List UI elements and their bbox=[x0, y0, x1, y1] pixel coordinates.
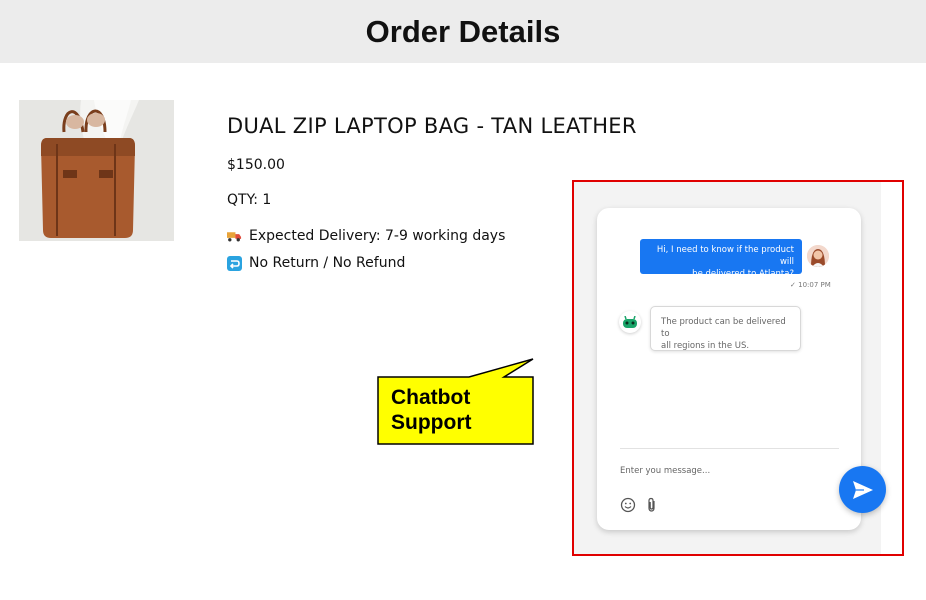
callout-line-1: Chatbot bbox=[391, 386, 471, 409]
product-price: $150.00 bbox=[227, 157, 285, 173]
return-arrow-icon bbox=[227, 255, 242, 271]
return-policy-text: No Return / No Refund bbox=[249, 255, 406, 271]
product-title: DUAL ZIP LAPTOP BAG - TAN LEATHER bbox=[227, 114, 637, 138]
delivery-info: Expected Delivery: 7-9 working days bbox=[227, 228, 505, 244]
page-title: Order Details bbox=[365, 13, 561, 49]
return-policy: No Return / No Refund bbox=[227, 255, 405, 271]
page-header: Order Details bbox=[0, 0, 926, 63]
chatbot-highlight-frame bbox=[572, 180, 904, 556]
delivery-text: Expected Delivery: 7-9 working days bbox=[249, 228, 506, 244]
product-image bbox=[19, 100, 174, 241]
callout-label: Chatbot Support bbox=[391, 385, 471, 435]
delivery-truck-icon bbox=[227, 229, 242, 244]
callout-line-2: Support bbox=[391, 411, 472, 434]
product-quantity: QTY: 1 bbox=[227, 192, 272, 208]
